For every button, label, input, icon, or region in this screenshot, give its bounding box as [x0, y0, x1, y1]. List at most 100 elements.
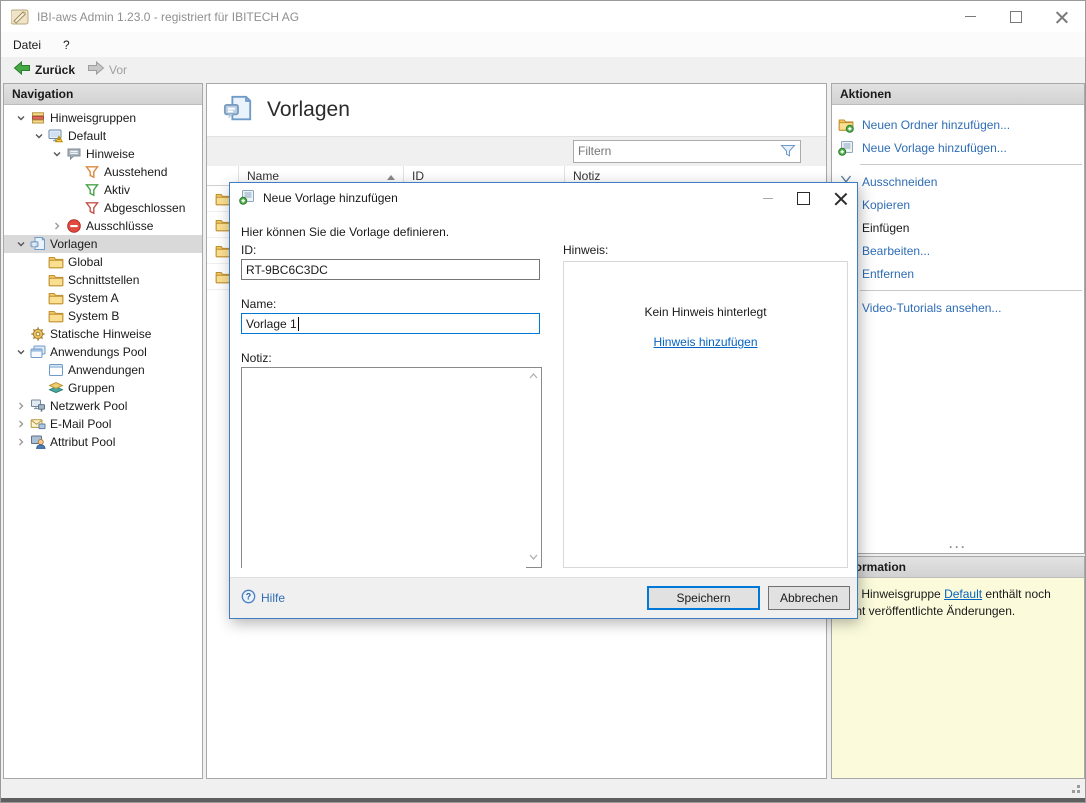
tree-item-label: Global — [68, 255, 103, 269]
layers-icon — [30, 110, 48, 126]
tree-item-label: Ausschlüsse — [86, 219, 154, 233]
maximize-button[interactable] — [993, 1, 1039, 32]
chevron-down-icon[interactable] — [48, 149, 66, 159]
cancel-button[interactable]: Abbrechen — [768, 586, 850, 610]
tree-item-label: Hinweisgruppen — [50, 111, 137, 125]
navigation-tree: Hinweisgruppen Default Hinweise Ausstehend A… — [4, 105, 202, 451]
action-kopieren[interactable]: Kopieren — [832, 193, 1084, 216]
filter-input[interactable] — [574, 141, 778, 160]
resize-grip[interactable] — [1077, 790, 1080, 793]
actions-separator — [860, 290, 1082, 291]
action-entfernen[interactable]: Entfernen — [832, 262, 1084, 285]
minimize-button[interactable] — [947, 1, 993, 32]
action-label: Video-Tutorials ansehen... — [862, 300, 1002, 315]
folder-plus-icon — [838, 117, 856, 133]
chevron-right-icon[interactable] — [12, 401, 30, 411]
dialog-minimize-icon[interactable] — [763, 197, 773, 199]
menu-item-help[interactable]: ? — [53, 38, 80, 52]
tree-item-anwendungs-pool[interactable]: Anwendungs Pool — [4, 343, 202, 361]
filter-bar — [207, 136, 826, 166]
menu-bar: Datei ? — [1, 32, 1085, 57]
app-window: IBI-aws Admin 1.23.0 - registriert für I… — [0, 0, 1086, 803]
chevron-right-icon[interactable] — [12, 419, 30, 429]
splitter-handle[interactable]: ··· — [832, 541, 1084, 553]
tree-item-attribut-pool[interactable]: Attribut Pool — [4, 433, 202, 451]
forward-arrow-icon — [87, 60, 105, 79]
id-field[interactable]: RT-9BC6C3DC — [241, 259, 540, 280]
dialog-intro-text: Hier können Sie die Vorlage definieren. — [241, 225, 450, 239]
scrollbar-up-icon[interactable] — [529, 372, 538, 382]
add-hinweis-link[interactable]: Hinweis hinzufügen — [653, 335, 757, 349]
action-video-tutorials-ansehen[interactable]: Video-Tutorials ansehen... — [832, 296, 1084, 319]
tree-item-system-a[interactable]: System A — [4, 289, 202, 307]
tree-item-gruppen[interactable]: Gruppen — [4, 379, 202, 397]
chevron-down-icon[interactable] — [12, 239, 30, 249]
name-field[interactable]: Vorlage 1 — [241, 313, 540, 334]
action-label: Bearbeiten... — [862, 243, 931, 258]
tree-item-statische-hinweise[interactable]: Statische Hinweise — [4, 325, 202, 343]
app-pool-icon — [30, 344, 48, 360]
navigation-header: Navigation — [4, 84, 202, 105]
tree-item-hinweise[interactable]: Hinweise — [4, 145, 202, 163]
folder-icon — [48, 290, 66, 306]
window-icon — [48, 362, 66, 378]
chevron-down-icon[interactable] — [30, 131, 48, 141]
monitor-warning-icon — [48, 128, 66, 144]
toolbar: Zurück Vor — [1, 57, 1085, 82]
dialog-title: Neue Vorlage hinzufügen — [263, 191, 398, 205]
action-bearbeiten[interactable]: Bearbeiten... — [832, 239, 1084, 262]
action-label: Entfernen — [862, 266, 915, 281]
back-arrow-icon — [13, 60, 31, 79]
chevron-down-icon[interactable] — [12, 113, 30, 123]
action-label: Ausschneiden — [862, 174, 938, 189]
page-title: Vorlagen — [267, 98, 350, 121]
tree-item-default[interactable]: Default — [4, 127, 202, 145]
menu-item-datei[interactable]: Datei — [3, 38, 51, 52]
sort-ascending-icon — [387, 169, 395, 183]
speech-icon — [66, 146, 84, 162]
tree-item-ausstehend[interactable]: Ausstehend — [4, 163, 202, 181]
scrollbar-down-icon[interactable] — [529, 553, 538, 563]
window-title: IBI-aws Admin 1.23.0 - registriert für I… — [37, 9, 300, 24]
tree-item-label: Abgeschlossen — [104, 201, 186, 215]
folder-icon — [48, 254, 66, 270]
action-ausschneiden[interactable]: Ausschneiden — [832, 170, 1084, 193]
back-button[interactable]: Zurück — [7, 59, 81, 81]
template-plus-icon — [838, 140, 856, 156]
filter-funnel-icon[interactable] — [780, 144, 796, 161]
action-neue-vorlage-hinzufügen[interactable]: Neue Vorlage hinzufügen... — [832, 136, 1084, 159]
action-label: Neue Vorlage hinzufügen... — [862, 140, 1007, 155]
templates-icon — [30, 236, 48, 252]
notiz-textarea[interactable] — [242, 368, 526, 569]
new-template-icon — [239, 189, 255, 208]
actions-separator — [860, 164, 1082, 165]
tree-item-anwendungen[interactable]: Anwendungen — [4, 361, 202, 379]
svg-text:?: ? — [246, 592, 251, 602]
chevron-right-icon[interactable] — [48, 221, 66, 231]
app-logo-icon — [11, 9, 29, 25]
dialog-maximize-icon[interactable] — [797, 191, 810, 205]
mail-icon — [30, 416, 48, 432]
tree-item-netzwerk-pool[interactable]: Netzwerk Pool — [4, 397, 202, 415]
tree-item-vorlagen[interactable]: Vorlagen — [4, 235, 202, 253]
tree-item-aktiv[interactable]: Aktiv — [4, 181, 202, 199]
action-label: Neuen Ordner hinzufügen... — [862, 117, 1011, 132]
forward-button[interactable]: Vor — [81, 59, 133, 81]
tree-item-hinweisgruppen[interactable]: Hinweisgruppen — [4, 109, 202, 127]
close-button[interactable] — [1039, 1, 1085, 32]
default-group-link[interactable]: Default — [944, 587, 982, 601]
save-button[interactable]: Speichern — [647, 586, 760, 610]
help-link[interactable]: ? Hilfe — [241, 589, 285, 607]
tree-item-schnittstellen[interactable]: Schnittstellen — [4, 271, 202, 289]
chevron-down-icon[interactable] — [12, 347, 30, 357]
chevron-right-icon[interactable] — [12, 437, 30, 447]
dialog-close-icon[interactable] — [834, 192, 847, 205]
tree-item-abgeschlossen[interactable]: Abgeschlossen — [4, 199, 202, 217]
tree-item-ausschlüsse[interactable]: Ausschlüsse — [4, 217, 202, 235]
tree-item-e-mail-pool[interactable]: E-Mail Pool — [4, 415, 202, 433]
hinweis-empty-text: Kein Hinweis hinterlegt — [644, 305, 767, 319]
tree-item-system-b[interactable]: System B — [4, 307, 202, 325]
tree-item-label: System A — [68, 291, 119, 305]
action-neuen-ordner-hinzufügen[interactable]: Neuen Ordner hinzufügen... — [832, 113, 1084, 136]
tree-item-global[interactable]: Global — [4, 253, 202, 271]
